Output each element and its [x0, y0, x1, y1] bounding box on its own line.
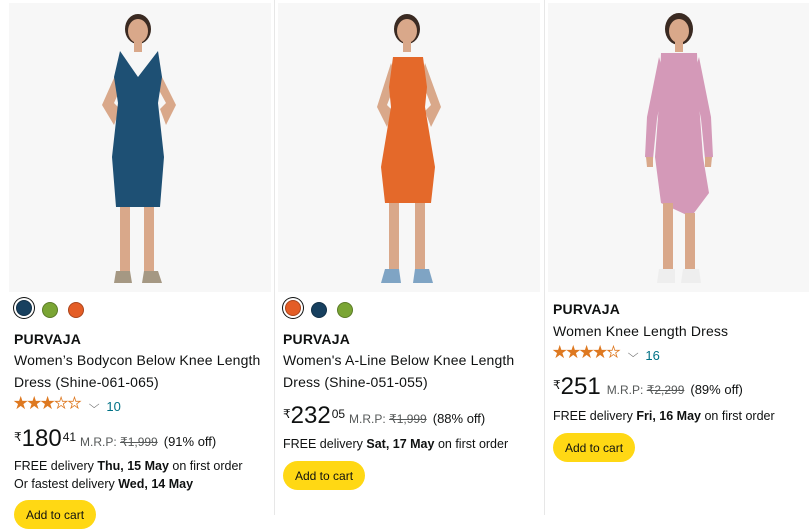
- dress-model-figure: [377, 14, 441, 283]
- rating-count-link[interactable]: 16: [645, 348, 659, 363]
- product-image[interactable]: [9, 3, 271, 292]
- product-card[interactable]: PURVAJA Women's A-Line Below Knee Length…: [278, 0, 540, 515]
- dress-model-figure: [102, 14, 176, 283]
- star-rating-icon[interactable]: ★★★★★ ★★★★★: [14, 395, 86, 413]
- product-image[interactable]: [278, 3, 540, 292]
- product-title[interactable]: Women’s Bodycon Below Knee Length Dress …: [14, 349, 270, 393]
- product-title[interactable]: Women's A-Line Below Knee Length Dress (…: [283, 349, 539, 393]
- chevron-down-icon[interactable]: ⌵: [89, 399, 100, 412]
- card-divider: [544, 0, 545, 515]
- star-rating-icon[interactable]: ★★★★★ ★★★★★: [553, 344, 625, 362]
- rating-count-link[interactable]: 10: [106, 399, 120, 414]
- add-to-cart-button[interactable]: Add to cart: [283, 461, 366, 490]
- price: ₹ 232 05 M.R.P: ₹1,999 (88% off): [283, 402, 486, 429]
- chevron-down-icon[interactable]: ⌵: [628, 348, 639, 361]
- product-title[interactable]: Women Knee Length Dress: [553, 320, 809, 342]
- swatch-green[interactable]: [42, 302, 58, 318]
- swatch-orange[interactable]: [68, 302, 84, 318]
- product-card[interactable]: PURVAJA Women Knee Length Dress ★★★★★ ★★…: [548, 0, 809, 515]
- price: ₹ 251 M.R.P: ₹2,299 (89% off): [553, 373, 743, 400]
- swatch-navy[interactable]: [311, 302, 327, 318]
- brand-name: PURVAJA: [553, 301, 621, 317]
- rating[interactable]: ★★★★★ ★★★★★ ⌵ 10: [14, 395, 121, 414]
- swatch-orange[interactable]: [285, 300, 301, 316]
- price: ₹ 180 41 M.R.P: ₹1,999 (91% off): [14, 425, 217, 452]
- product-card[interactable]: PURVAJA Women’s Bodycon Below Knee Lengt…: [9, 0, 271, 529]
- rating[interactable]: ★★★★★ ★★★★★ ⌵ 16: [553, 344, 660, 363]
- delivery-info: FREE delivery Fri, 16 May on first order: [553, 409, 775, 423]
- delivery-info: FREE delivery Sat, 17 May on first order: [283, 437, 509, 451]
- swatch-green[interactable]: [337, 302, 353, 318]
- brand-name: PURVAJA: [14, 331, 82, 347]
- swatch-navy[interactable]: [16, 300, 32, 316]
- dress-model-figure: [644, 13, 713, 283]
- product-image[interactable]: [548, 3, 809, 292]
- add-to-cart-button[interactable]: Add to cart: [553, 433, 636, 462]
- delivery-info: FREE delivery Thu, 15 May on first order…: [14, 459, 243, 491]
- card-divider: [274, 0, 275, 515]
- brand-name: PURVAJA: [283, 331, 351, 347]
